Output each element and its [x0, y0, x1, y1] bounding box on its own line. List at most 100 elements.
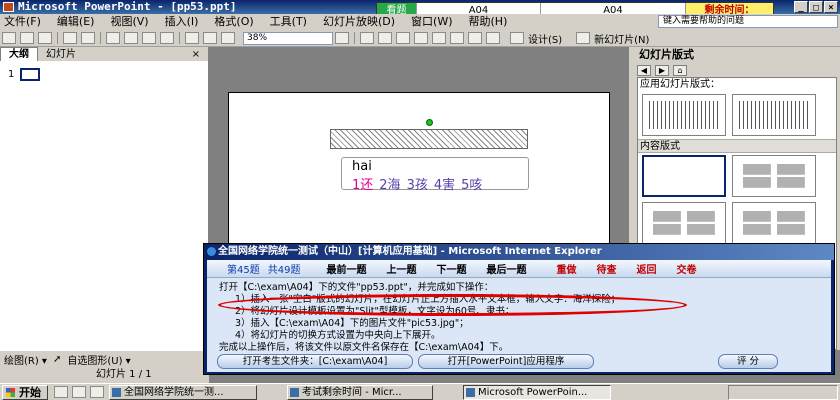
save-icon[interactable]	[38, 32, 52, 44]
tab-slides[interactable]: 幻灯片	[38, 48, 84, 61]
menu-help[interactable]: 帮助(H)	[461, 14, 516, 30]
task-pane-title: 幻灯片版式	[629, 47, 840, 63]
font-color-icon[interactable]	[486, 32, 500, 44]
new-slide-button[interactable]: 新幻灯片(N)	[568, 31, 655, 46]
taskbar-item-active[interactable]: Microsoft PowerPoin...	[463, 384, 611, 400]
quick-launch-icon[interactable]	[90, 386, 104, 398]
table-icon[interactable]	[203, 32, 217, 44]
question-line: 3）插入【C:\exam\A04】下的图片文件"pic53.jpg"；	[235, 318, 469, 329]
menu-file[interactable]: 文件(F)	[0, 14, 49, 30]
undo-icon[interactable]	[160, 32, 174, 44]
ime-candidate[interactable]: 3孩	[407, 178, 428, 193]
window-title: Microsoft PowerPoint - [pp53.ppt]	[18, 0, 237, 13]
layout-option[interactable]	[642, 94, 726, 136]
menu-view[interactable]: 视图(V)	[102, 14, 156, 30]
maximize-button[interactable]: □	[809, 1, 823, 13]
new-slide-label: 新幻灯片(N)	[594, 34, 650, 46]
menu-format[interactable]: 格式(O)	[206, 14, 261, 30]
forward-icon[interactable]: ▶	[655, 64, 669, 76]
bold-icon[interactable]	[360, 32, 374, 44]
first-question-button[interactable]: 最前一题	[304, 261, 376, 276]
question-number: 第45题	[227, 265, 260, 276]
layout-option-selected[interactable]	[642, 155, 726, 197]
last-question-button[interactable]: 最后一题	[476, 261, 536, 276]
close-button[interactable]: ×	[824, 1, 838, 13]
question-text: 打开【C:\exam\A04】下的文件"pp53.ppt"，并完成如下操作： 1…	[219, 282, 819, 354]
layout-option[interactable]	[732, 155, 816, 197]
layout-option[interactable]	[732, 94, 816, 136]
outline-pane: 大纲 幻灯片 × 1	[0, 47, 209, 350]
open-student-folder-button[interactable]: 打开考生文件夹：[C:\exam\A04]	[217, 354, 413, 369]
align-center-icon[interactable]	[432, 32, 446, 44]
print-icon[interactable]	[63, 32, 77, 44]
minimize-button[interactable]: _	[794, 1, 808, 13]
prev-question-button[interactable]: 上一题	[376, 261, 426, 276]
ime-input-text: hai	[352, 159, 372, 174]
back-icon[interactable]: ◀	[637, 64, 651, 76]
ime-candidate[interactable]: 2海	[379, 178, 400, 193]
autoshape-menu[interactable]: 自选图形(U) ▾	[67, 352, 130, 367]
underline-icon[interactable]	[396, 32, 410, 44]
slide-number: 1	[8, 69, 15, 80]
select-pointer-icon[interactable]: ➚	[53, 354, 61, 365]
layout-preview	[743, 164, 805, 188]
home-icon[interactable]: ⌂	[673, 64, 687, 76]
preview-icon[interactable]	[81, 32, 95, 44]
quick-launch-icon[interactable]	[54, 386, 68, 398]
menu-insert[interactable]: 插入(I)	[157, 14, 207, 30]
new-slide-icon	[576, 32, 591, 44]
menu-tools[interactable]: 工具(T)	[262, 14, 315, 30]
close-pane-button[interactable]: ×	[184, 48, 208, 61]
menu-slideshow[interactable]: 幻灯片放映(D)	[315, 14, 403, 30]
layout-preview	[649, 101, 719, 129]
menu-window[interactable]: 窗口(W)	[403, 14, 460, 30]
menu-edit[interactable]: 编辑(E)	[49, 14, 103, 30]
layout-option[interactable]	[642, 202, 726, 244]
new-file-icon[interactable]	[2, 32, 16, 44]
taskbar-item[interactable]: 全国网络学院统一测...	[109, 384, 257, 400]
next-question-button[interactable]: 下一题	[426, 261, 476, 276]
submit-button[interactable]: 交卷	[666, 261, 706, 276]
design-label: 设计(S)	[528, 34, 563, 46]
copy-icon[interactable]	[124, 32, 138, 44]
taskbar-item[interactable]: 考试剩余时间 - Micr...	[287, 384, 433, 400]
layout-preview	[653, 211, 715, 235]
layout-option[interactable]	[732, 202, 816, 244]
open-file-icon[interactable]	[20, 32, 34, 44]
score-button[interactable]: 评 分	[718, 354, 778, 369]
cut-icon[interactable]	[106, 32, 120, 44]
system-tray	[728, 385, 838, 400]
quick-launch-icon[interactable]	[72, 386, 86, 398]
start-button[interactable]: 开始	[2, 384, 48, 400]
slide-thumbnail[interactable]	[20, 68, 40, 81]
draw-menu[interactable]: 绘图(R) ▾	[4, 352, 47, 367]
paste-icon[interactable]	[142, 32, 156, 44]
design-button[interactable]: 设计(S)	[502, 31, 568, 46]
help-search-input[interactable]: 键入需要帮助的问题	[658, 15, 838, 28]
open-powerpoint-button[interactable]: 打开[PowerPoint]应用程序	[418, 354, 594, 369]
align-left-icon[interactable]	[414, 32, 428, 44]
redo-button[interactable]: 重做	[536, 261, 586, 276]
columns-icon[interactable]	[221, 32, 235, 44]
tab-outline[interactable]: 大纲	[0, 47, 38, 61]
rotation-handle[interactable]	[426, 119, 433, 126]
ime-candidate[interactable]: 5咳	[461, 178, 482, 193]
zoom-select[interactable]: 38%	[243, 31, 333, 45]
font-size-up-icon[interactable]	[468, 32, 482, 44]
ime-candidate[interactable]: 4害	[434, 178, 455, 193]
chart-icon[interactable]	[185, 32, 199, 44]
bullets-icon[interactable]	[450, 32, 464, 44]
back-button[interactable]: 返回	[626, 261, 666, 276]
ime-candidate[interactable]: 1还	[352, 178, 373, 193]
toolbar-separator	[57, 32, 58, 44]
status-bar: 幻灯片 1 / 1	[0, 367, 209, 383]
pending-button[interactable]: 待查	[586, 261, 626, 276]
content-layout-section: 内容版式	[638, 139, 836, 153]
text-box-placeholder[interactable]	[330, 129, 528, 149]
help-icon[interactable]	[335, 32, 349, 44]
question-line: 打开【C:\exam\A04】下的文件"pp53.ppt"，并完成如下操作：	[219, 282, 494, 293]
italic-icon[interactable]	[378, 32, 392, 44]
menu-bar: 文件(F) 编辑(E) 视图(V) 插入(I) 格式(O) 工具(T) 幻灯片放…	[0, 14, 840, 30]
red-highlight-ring	[218, 294, 687, 316]
powerpoint-app-icon	[3, 2, 14, 12]
